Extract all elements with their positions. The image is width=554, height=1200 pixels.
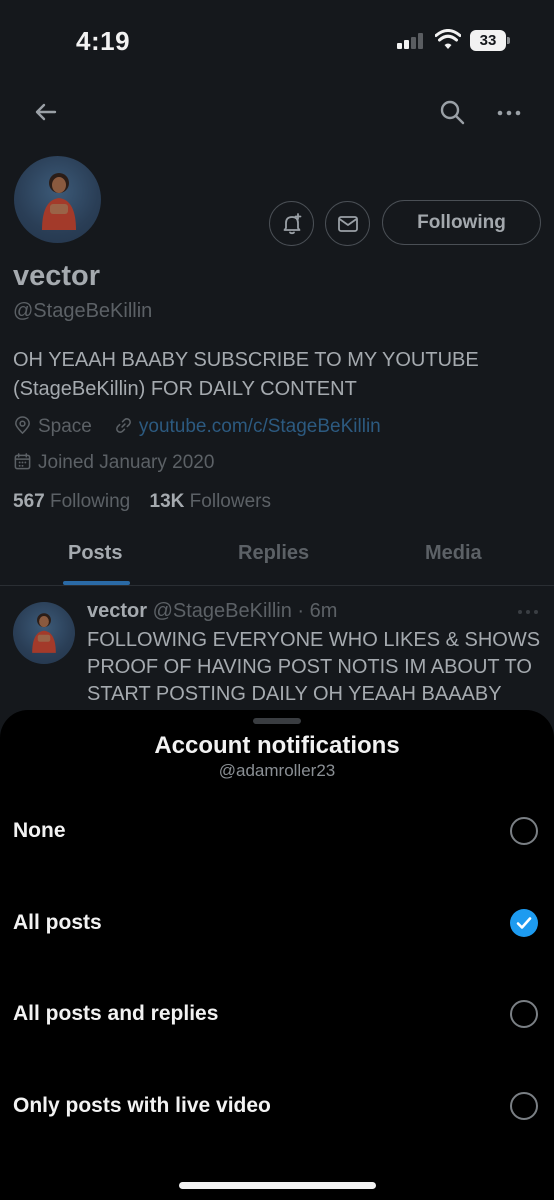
back-arrow-icon[interactable]	[30, 97, 60, 127]
profile-display-name: vector	[13, 260, 101, 292]
option-label: All posts and replies	[13, 1002, 219, 1025]
radio-unchecked[interactable]	[510, 817, 538, 845]
option-all-posts[interactable]: All posts	[0, 889, 554, 959]
avatar-person-icon	[42, 173, 76, 230]
tab-media[interactable]: Media	[425, 542, 482, 565]
calendar-icon	[14, 453, 31, 470]
profile-link[interactable]: youtube.com/c/StageBeKillin	[139, 416, 381, 437]
profile-bio: OH YEAAH BAABY SUBSCRIBE TO MY YOUTUBE (…	[13, 349, 479, 400]
message-button[interactable]	[325, 201, 370, 246]
option-none[interactable]: None	[0, 797, 554, 867]
location-icon	[15, 416, 30, 435]
followers-count[interactable]: 13K	[150, 491, 185, 512]
profile-meta-location-link: Space youtube.com/c/StageBeKillin	[13, 416, 381, 438]
tweet-avatar[interactable]	[13, 602, 75, 664]
profile-handle: @StageBeKillin	[13, 300, 153, 322]
notifications-bell-button[interactable]	[269, 201, 314, 246]
active-tab-indicator	[63, 581, 130, 585]
search-icon[interactable]	[438, 98, 466, 126]
tweet-item[interactable]: vector @StageBeKillin · 6m FOLLOWING EVE…	[0, 587, 554, 727]
option-label: All posts	[13, 911, 102, 934]
account-notifications-sheet: Account notifications @adamroller23 None…	[0, 710, 554, 1200]
battery-tip	[507, 37, 510, 44]
tweet-more-icon[interactable]	[516, 605, 540, 619]
following-button[interactable]: Following	[382, 200, 541, 245]
battery-icon: 33	[470, 30, 506, 51]
radio-checked[interactable]	[510, 909, 538, 937]
option-all-posts-and-replies[interactable]: All posts and replies	[0, 980, 554, 1050]
home-indicator[interactable]	[179, 1182, 376, 1189]
following-count[interactable]: 567	[13, 491, 45, 512]
profile-location: Space	[38, 416, 92, 437]
following-label[interactable]: Following	[50, 491, 130, 512]
option-label: None	[13, 819, 66, 842]
profile-join-date-row: Joined January 2020	[13, 452, 214, 474]
option-label: Only posts with live video	[13, 1094, 271, 1117]
sheet-subtitle: @adamroller23	[218, 761, 336, 780]
radio-unchecked[interactable]	[510, 1092, 538, 1120]
status-time: 4:19	[76, 26, 131, 56]
profile-tabs: Posts Replies Media	[0, 530, 554, 586]
wifi-icon	[435, 29, 461, 49]
radio-unchecked[interactable]	[510, 1000, 538, 1028]
tab-replies[interactable]: Replies	[238, 542, 309, 565]
avatar-person-icon	[32, 613, 56, 653]
sheet-title: Account notifications	[154, 732, 400, 759]
mail-icon	[338, 216, 358, 232]
tweet-meta: @StageBeKillin · 6m	[152, 600, 338, 622]
tab-posts[interactable]: Posts	[68, 542, 122, 565]
more-icon[interactable]	[496, 100, 522, 126]
link-icon	[115, 418, 131, 433]
tweet-author-name[interactable]: vector	[87, 600, 147, 622]
tweet-header: vector @StageBeKillin · 6m	[87, 600, 337, 623]
followers-label[interactable]: Followers	[190, 491, 271, 512]
checkmark-icon	[516, 917, 532, 929]
signal-icon	[397, 33, 425, 49]
profile-avatar[interactable]	[12, 154, 103, 245]
profile-stats: 567 Following 13K Followers	[13, 491, 285, 513]
option-live-video[interactable]: Only posts with live video	[0, 1072, 554, 1142]
status-bar: 4:19 33	[0, 0, 554, 90]
bell-plus-icon	[283, 213, 302, 235]
tweet-text: FOLLOWING EVERYONE WHO LIKES & SHOWS PRO…	[87, 629, 541, 705]
sheet-grabber[interactable]	[253, 718, 301, 724]
profile-joined: Joined January 2020	[38, 452, 215, 473]
